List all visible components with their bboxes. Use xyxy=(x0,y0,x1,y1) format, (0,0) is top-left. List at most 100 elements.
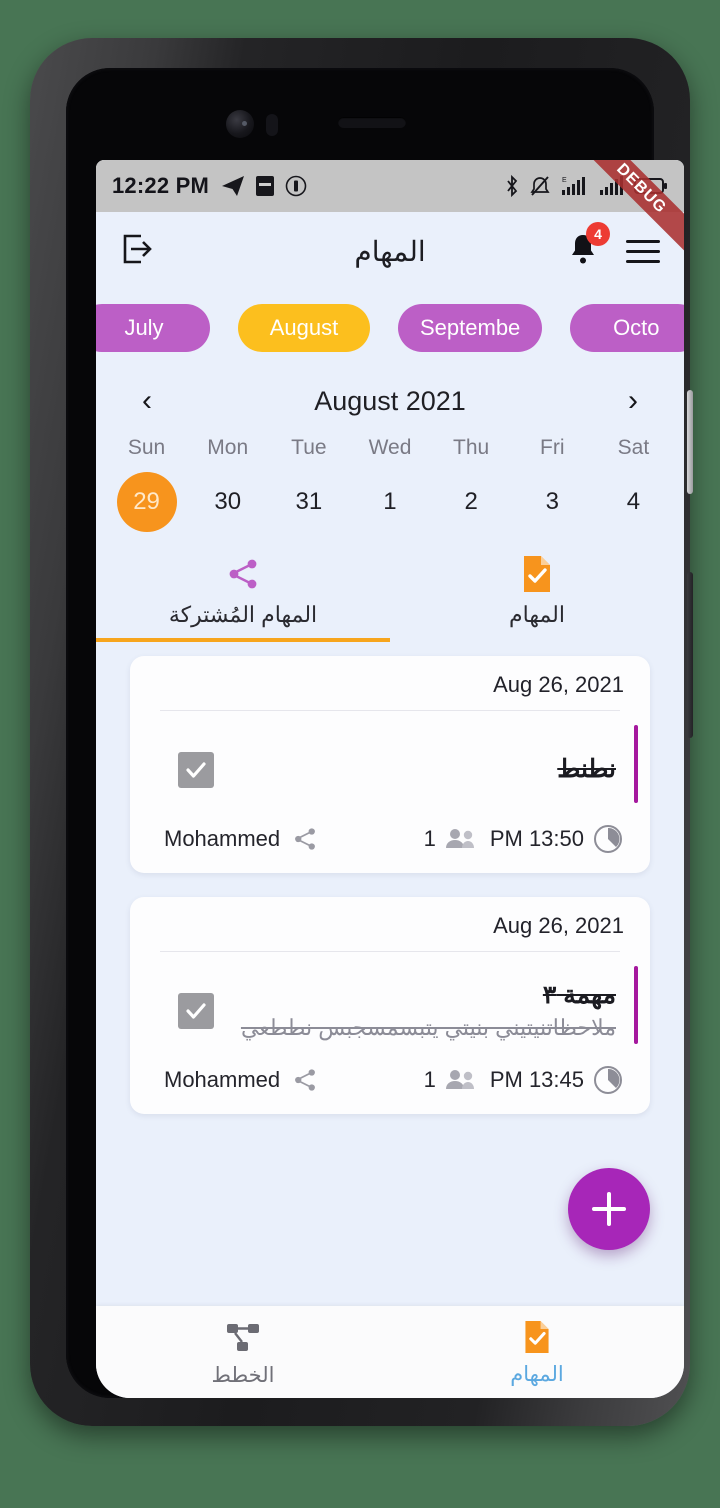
bottom-navigation[interactable]: الخطط المهام xyxy=(96,1306,684,1398)
weekday-wed: Wed xyxy=(368,436,412,459)
month-chip-august[interactable]: August xyxy=(238,304,370,352)
calendar-date-label: 1 xyxy=(383,488,397,515)
share-icon[interactable] xyxy=(290,824,320,854)
tab-tasks-label: المهام xyxy=(509,602,565,627)
month-chip-octo[interactable]: Octo xyxy=(570,304,684,352)
task-title: نطنط xyxy=(557,755,616,784)
task-texts: مهمة ٣ ملاحظاتنيتيني بنيتي يتبسمسجبس نططع… xyxy=(214,980,650,1043)
task-meta: 1 PM 13:45 xyxy=(424,1064,624,1096)
notifications-button[interactable]: 4 xyxy=(566,221,610,272)
task-card[interactable]: Aug 26, 2021 مهمة ٣ ملاحظاتنيتيني بنيتي يت… xyxy=(130,897,650,1114)
nav-item-tasks[interactable]: المهام xyxy=(390,1306,684,1398)
task-accent-bar xyxy=(634,966,638,1044)
calendar-prev-button[interactable]: ‹ xyxy=(132,386,162,416)
task-tab-bar[interactable]: المهام المُشتركة المهام xyxy=(96,540,684,642)
calendar-date-label: 29 xyxy=(116,472,177,532)
telegram-icon xyxy=(221,176,244,196)
task-document-icon xyxy=(525,1320,549,1353)
calendar-next-button[interactable]: › xyxy=(618,386,648,416)
tab-tasks[interactable]: المهام xyxy=(390,552,684,642)
calendar-date-cell[interactable]: 4 xyxy=(593,474,674,530)
nav-item-plans-label: الخطط xyxy=(211,1363,275,1387)
calendar-date-label: 31 xyxy=(295,488,323,515)
calendar-date-cell[interactable]: 1 xyxy=(349,474,430,530)
signal-icon xyxy=(600,176,623,195)
calendar-strip: ‹ August 2021 › Sun Mon Tue Wed Thu Fri Sat 29… xyxy=(96,366,684,540)
clock-icon xyxy=(594,825,622,853)
svg-text:E: E xyxy=(562,177,567,184)
status-bar: 12:22 PM E DEBUG xyxy=(96,160,684,259)
task-owner-label: Mohammed xyxy=(164,826,281,851)
add-task-fab[interactable] xyxy=(568,1168,650,1250)
month-chip-row[interactable]: July August Septembe Octo xyxy=(96,290,684,366)
calendar-date-row[interactable]: 29 30 31 1 2 3 4 xyxy=(96,472,684,532)
calendar-date-label: 4 xyxy=(626,488,641,515)
people-icon xyxy=(445,829,474,848)
task-date: Aug 26, 2021 xyxy=(493,913,624,938)
task-time-label: PM 13:50 xyxy=(489,826,584,851)
weekday-sat: Sat xyxy=(617,436,650,459)
task-shared-count-label: 1 xyxy=(423,1067,436,1092)
task-footer: Mohammed 1 PM 13:50 xyxy=(130,823,650,869)
menu-button[interactable] xyxy=(626,239,660,263)
task-shared-count-label: 1 xyxy=(423,826,436,851)
task-owner: Mohammed xyxy=(164,1065,320,1095)
hamburger-icon-line xyxy=(626,239,660,243)
app-bar: المهام 4 xyxy=(96,212,684,290)
task-document-icon xyxy=(519,552,555,596)
task-time: PM 13:45 xyxy=(490,1064,624,1096)
weekday-mon: Mon xyxy=(207,436,249,459)
share-icon xyxy=(223,552,263,596)
check-icon xyxy=(186,1003,206,1019)
calendar-date-cell[interactable]: 29 xyxy=(106,472,187,532)
phone-screen: 12:22 PM E DEBUG المهام 4 July August Se… xyxy=(96,160,684,1398)
vibrate-icon xyxy=(285,175,307,197)
nav-item-plans[interactable]: الخطط xyxy=(96,1306,390,1398)
nav-item-tasks-label: المهام xyxy=(510,1362,564,1386)
calendar-header: ‹ August 2021 › xyxy=(96,372,684,430)
plans-hierarchy-icon xyxy=(227,1323,259,1351)
people-icon xyxy=(445,1070,474,1089)
front-camera-icon xyxy=(226,110,254,138)
volume-button[interactable] xyxy=(687,572,693,738)
task-owner-label: Mohammed xyxy=(164,1067,281,1092)
plus-icon xyxy=(607,1192,611,1226)
status-left-icons xyxy=(221,175,307,197)
task-accent-bar xyxy=(634,725,638,803)
calendar-date-cell[interactable]: 2 xyxy=(431,474,512,530)
task-meta: 1 PM 13:50 xyxy=(424,823,624,855)
proximity-sensor-icon xyxy=(266,114,278,136)
share-icon[interactable] xyxy=(290,1065,320,1095)
task-checkbox[interactable] xyxy=(178,993,214,1029)
task-list: Aug 26, 2021 نطنط Mohammed 1 PM 13:50 Aug 26,… xyxy=(96,642,684,1302)
clock-icon xyxy=(594,1066,622,1094)
bluetooth-icon xyxy=(507,174,518,198)
weekday-thu: Thu xyxy=(453,436,490,459)
task-card[interactable]: Aug 26, 2021 نطنط Mohammed 1 PM 13:50 xyxy=(130,656,650,873)
task-description: ملاحظاتنيتيني بنيتي يتبسمسجبس نططعي xyxy=(240,1014,616,1040)
task-checkbox[interactable] xyxy=(178,752,214,788)
power-button[interactable] xyxy=(687,390,693,494)
calendar-date-label: 3 xyxy=(545,488,559,515)
calendar-date-label: 30 xyxy=(214,488,242,515)
calendar-date-cell[interactable]: 3 xyxy=(512,474,593,530)
app-bar-actions: 4 xyxy=(566,221,660,272)
month-chip-july[interactable]: July xyxy=(96,304,210,352)
logout-button[interactable] xyxy=(120,231,156,272)
check-icon xyxy=(186,762,206,778)
status-time: 12:22 PM xyxy=(112,173,209,198)
calendar-date-label: 2 xyxy=(464,488,478,515)
task-time: PM 13:50 xyxy=(490,823,624,855)
month-chip-septembe[interactable]: Septembe xyxy=(398,304,543,352)
calendar-date-cell[interactable]: 31 xyxy=(268,474,349,530)
app-notification-icon xyxy=(255,176,274,196)
calendar-date-cell[interactable]: 30 xyxy=(187,474,268,530)
hamburger-icon-line xyxy=(626,259,660,263)
tab-shared-tasks[interactable]: المهام المُشتركة xyxy=(96,552,390,642)
tab-shared-tasks-label: المهام المُشتركة xyxy=(168,602,318,627)
weekday-fri: Fri xyxy=(540,436,565,459)
task-texts: نطنط xyxy=(214,754,650,785)
earpiece-speaker-icon xyxy=(338,117,406,128)
task-owner: Mohammed xyxy=(164,824,320,854)
notification-badge: 4 xyxy=(586,221,610,246)
